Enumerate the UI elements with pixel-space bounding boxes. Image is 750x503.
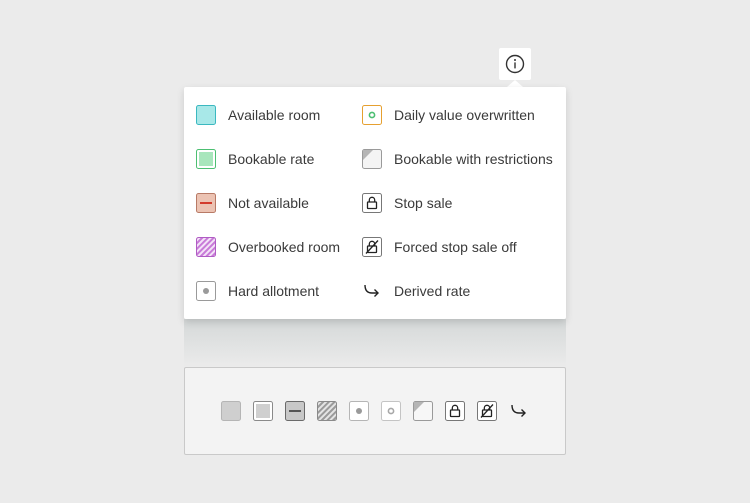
daily-value-overwritten-icon [381, 401, 401, 421]
legend-item-daily-value-overwritten: Daily value overwritten [362, 104, 535, 126]
toolbar-available-room[interactable] [221, 401, 241, 421]
lock-crossed-icon [477, 401, 497, 421]
lock-crossed-icon [362, 237, 382, 257]
toolbar-hard-allotment[interactable] [349, 401, 369, 421]
toolbar-derived-rate[interactable] [509, 401, 529, 421]
not-available-swatch [196, 193, 216, 213]
toolbar-bookable-rate[interactable] [253, 401, 273, 421]
legend-label: Daily value overwritten [394, 107, 535, 123]
hard-allotment-swatch [196, 281, 216, 301]
toolbar-not-available[interactable] [285, 401, 305, 421]
legend-item-overbooked-room: Overbooked room [196, 236, 340, 258]
legend-shadow [184, 319, 566, 367]
legend-item-bookable-rate: Bookable rate [196, 148, 314, 170]
legend-label: Bookable with restrictions [394, 151, 553, 167]
legend-label: Overbooked room [228, 239, 341, 255]
legend-label: Bookable rate [228, 151, 315, 167]
bookable-rate-swatch [196, 149, 216, 169]
overbooked-room-swatch [196, 237, 216, 257]
legend-item-available-room: Available room [196, 104, 320, 126]
info-button[interactable] [499, 48, 531, 80]
toolbar-bookable-with-restrictions[interactable] [413, 401, 433, 421]
legend-item-stop-sale: Stop sale [362, 192, 452, 214]
legend-label: Available room [228, 107, 321, 123]
legend-item-bookable-with-restrictions: Bookable with restrictions [362, 148, 553, 170]
info-icon [505, 54, 525, 74]
legend-toolbar [184, 367, 566, 455]
popover-caret [507, 80, 523, 87]
legend-item-derived-rate: Derived rate [362, 280, 470, 302]
legend-popover: Available room Bookable rate Not availab… [184, 87, 566, 319]
hard-allotment-icon [349, 401, 369, 421]
legend-label: Forced stop sale off [394, 239, 517, 255]
bookable-with-restrictions-icon [413, 401, 433, 421]
lock-icon [445, 401, 465, 421]
available-room-icon [221, 401, 241, 421]
derived-arrow-icon [364, 284, 379, 297]
legend-label: Hard allotment [228, 283, 320, 299]
toolbar-daily-value-overwritten[interactable] [381, 401, 401, 421]
bookable-with-restrictions-swatch [362, 149, 382, 169]
derived-arrow-icon [511, 404, 526, 417]
legend-label: Stop sale [394, 195, 453, 211]
overbooked-room-icon [317, 401, 337, 421]
legend-item-hard-allotment: Hard allotment [196, 280, 319, 302]
legend-item-not-available: Not available [196, 192, 309, 214]
daily-value-overwritten-swatch [362, 105, 382, 125]
not-available-icon [285, 401, 305, 421]
available-room-swatch [196, 105, 216, 125]
toolbar-stop-sale[interactable] [445, 401, 465, 421]
legend-item-forced-stop-sale-off: Forced stop sale off [362, 236, 517, 258]
legend-label: Not available [228, 195, 309, 211]
bookable-rate-icon [253, 401, 273, 421]
legend-label: Derived rate [394, 283, 471, 299]
toolbar-overbooked-room[interactable] [317, 401, 337, 421]
toolbar-forced-stop-sale-off[interactable] [477, 401, 497, 421]
lock-icon [362, 193, 382, 213]
